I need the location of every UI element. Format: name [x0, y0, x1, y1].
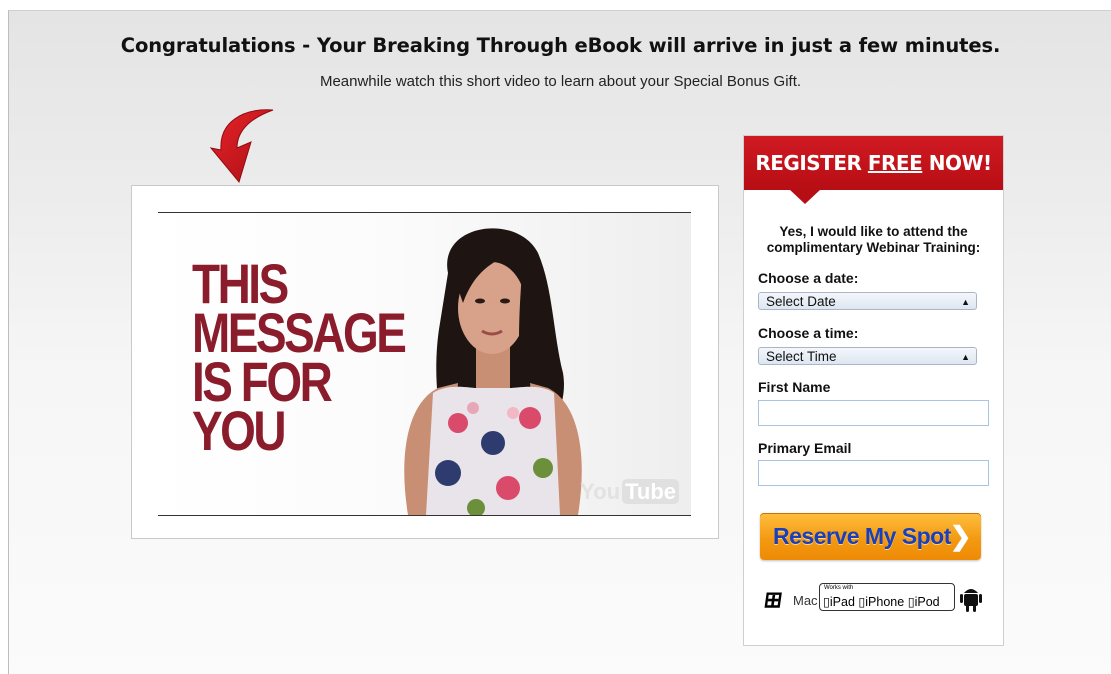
video-frame: THIS MESSAGE IS FOR YOU You Tube [131, 185, 719, 539]
youtube-logo[interactable]: You Tube [580, 479, 679, 505]
time-label: Choose a time: [758, 325, 859, 341]
works-with-badge: Works with ▯iPad ▯iPhone ▯iPod [819, 583, 955, 611]
time-select-value: Select Time [766, 349, 837, 364]
registration-form: REGISTER FREE NOW! Yes, I would like to … [743, 135, 1004, 646]
email-input[interactable] [758, 460, 989, 486]
presenter-image [404, 228, 582, 515]
register-banner: REGISTER FREE NOW! [744, 136, 1003, 190]
reserve-spot-button[interactable]: Reserve My Spot ❯ [760, 513, 981, 560]
time-select[interactable]: Select Time ▲ [758, 347, 977, 365]
page-subline: Meanwhile watch this short video to lear… [319, 73, 802, 90]
video-player[interactable]: THIS MESSAGE IS FOR YOU You Tube [158, 212, 691, 516]
page-background: Congratulations - Your Breaking Through … [8, 10, 1111, 674]
date-select[interactable]: Select Date ▲ [758, 292, 977, 310]
windows-icon: ⊞ [762, 587, 785, 612]
date-label: Choose a date: [758, 270, 859, 286]
curved-arrow-icon [209, 109, 274, 184]
email-label: Primary Email [758, 440, 852, 456]
first-name-input[interactable] [758, 400, 989, 426]
reserve-spot-label: Reserve My Spot [773, 523, 951, 549]
date-select-value: Select Date [766, 294, 836, 309]
android-icon [960, 589, 982, 612]
chevron-right-icon: ❯ [949, 521, 972, 551]
form-intro-text: Yes, I would like to attend the complime… [766, 224, 981, 255]
select-arrows-icon: ▲ [961, 297, 970, 307]
mac-icon: Mac [793, 593, 818, 608]
select-arrows-icon: ▲ [961, 352, 970, 362]
page-headline: Congratulations - Your Breaking Through … [120, 34, 1001, 57]
device-compatibility: ⊞ Mac Works with ▯iPad ▯iPhone ▯iPod [762, 583, 994, 615]
first-name-label: First Name [758, 379, 831, 395]
banner-pointer [789, 189, 821, 204]
